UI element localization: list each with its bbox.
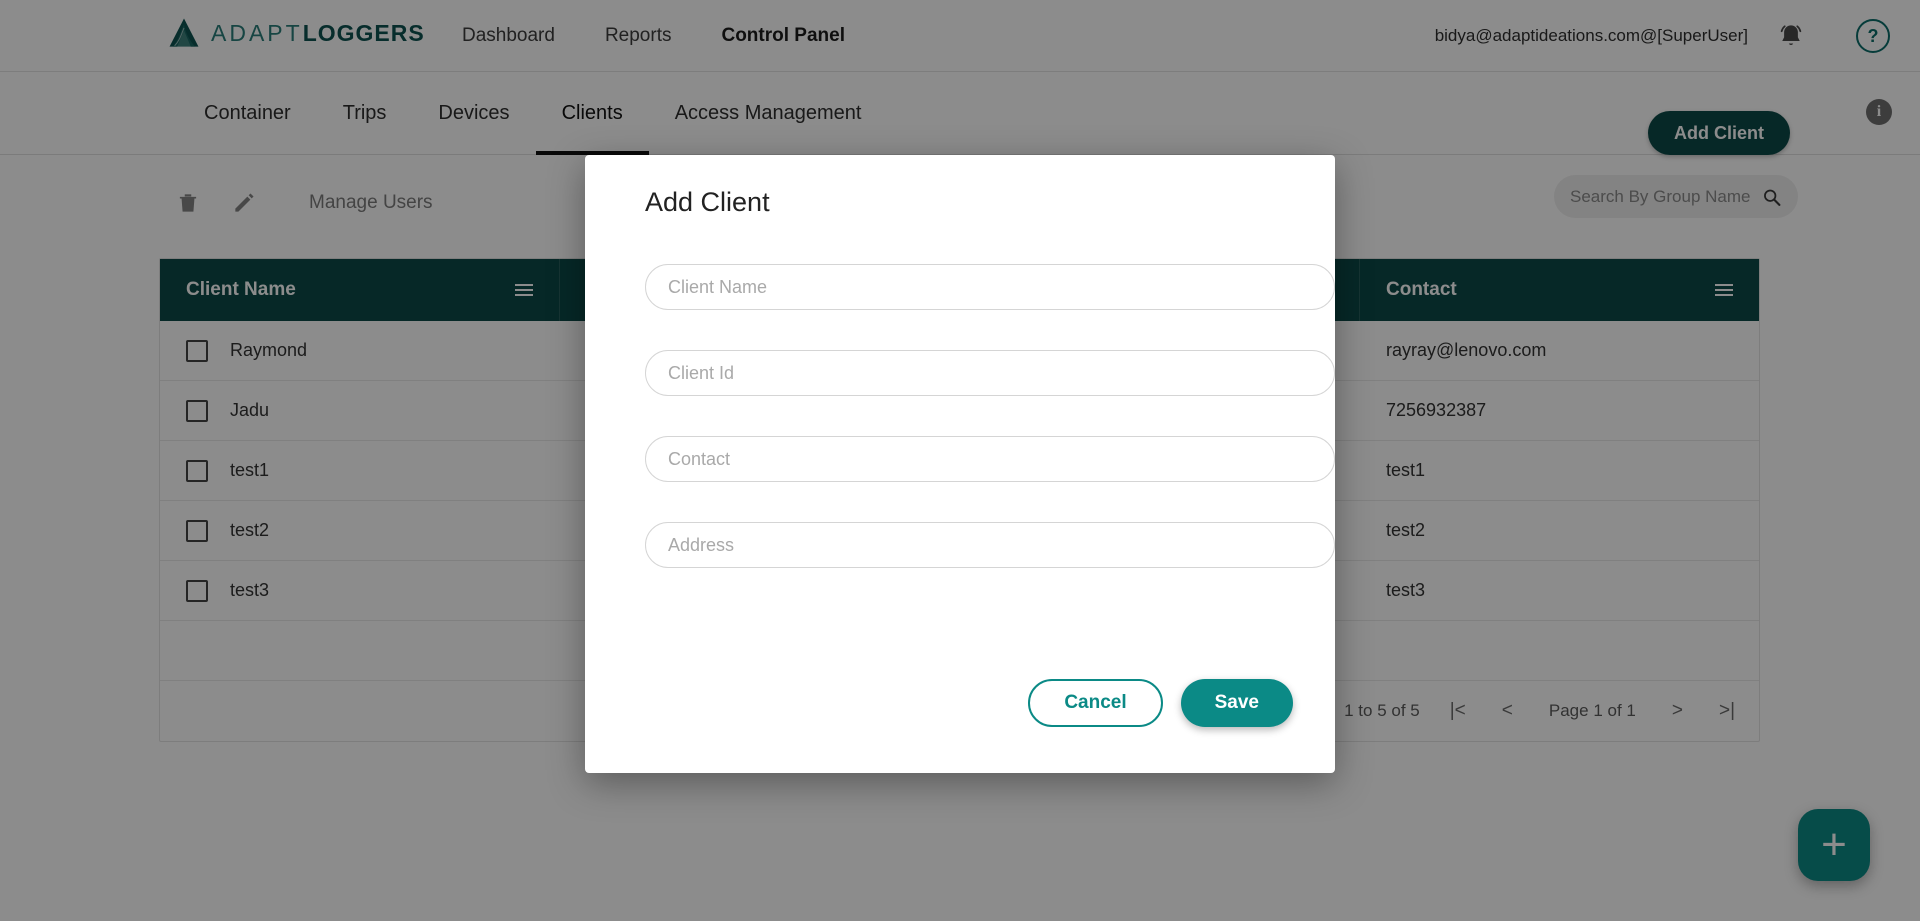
address-input[interactable] <box>645 522 1335 568</box>
save-button[interactable]: Save <box>1180 679 1293 727</box>
dialog-body <box>615 218 1335 608</box>
contact-input[interactable] <box>645 436 1335 482</box>
client-name-input[interactable] <box>645 264 1335 310</box>
add-client-dialog: Add Client Cancel Save <box>585 155 1335 773</box>
dialog-actions: Cancel Save <box>1028 679 1293 727</box>
dialog-title: Add Client <box>645 187 770 217</box>
client-id-input[interactable] <box>645 350 1335 396</box>
cancel-button[interactable]: Cancel <box>1028 679 1163 727</box>
